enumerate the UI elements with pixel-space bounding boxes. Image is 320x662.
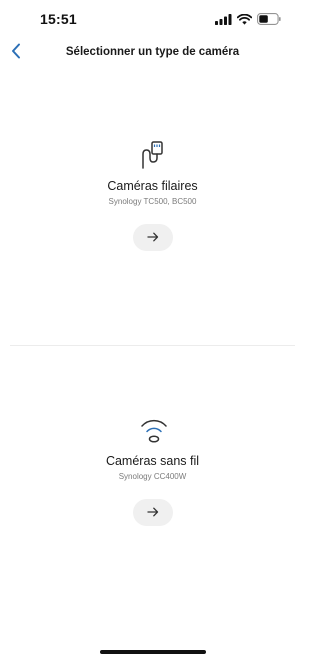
wired-cameras-next-button[interactable] [132,224,173,251]
signal-icon [215,13,232,25]
status-bar: 15:51 [0,0,305,36]
wired-cameras-option: Caméras filaires Synology TC500, BC500 [0,140,305,251]
page-title: Sélectionner un type de caméra [65,46,240,58]
option-subtitle: Synology CC400W [118,472,187,481]
wifi-icon [237,13,252,25]
header: Sélectionner un type de caméra [0,36,305,70]
battery-icon [257,13,281,25]
status-time: 15:51 [40,11,77,27]
wired-camera-icon [139,140,167,170]
home-indicator[interactable] [99,650,206,654]
option-subtitle: Synology TC500, BC500 [108,197,197,206]
arrow-right-icon [146,229,159,247]
divider [10,345,295,346]
option-title: Caméras filaires [107,179,198,193]
wireless-cameras-next-button[interactable] [132,499,173,526]
wireless-cameras-option: Caméras sans fil Synology CC400W [0,416,305,526]
option-title: Caméras sans fil [105,454,200,468]
status-icons [215,13,281,25]
wifi-camera-icon [139,416,167,446]
arrow-right-icon [146,504,159,522]
